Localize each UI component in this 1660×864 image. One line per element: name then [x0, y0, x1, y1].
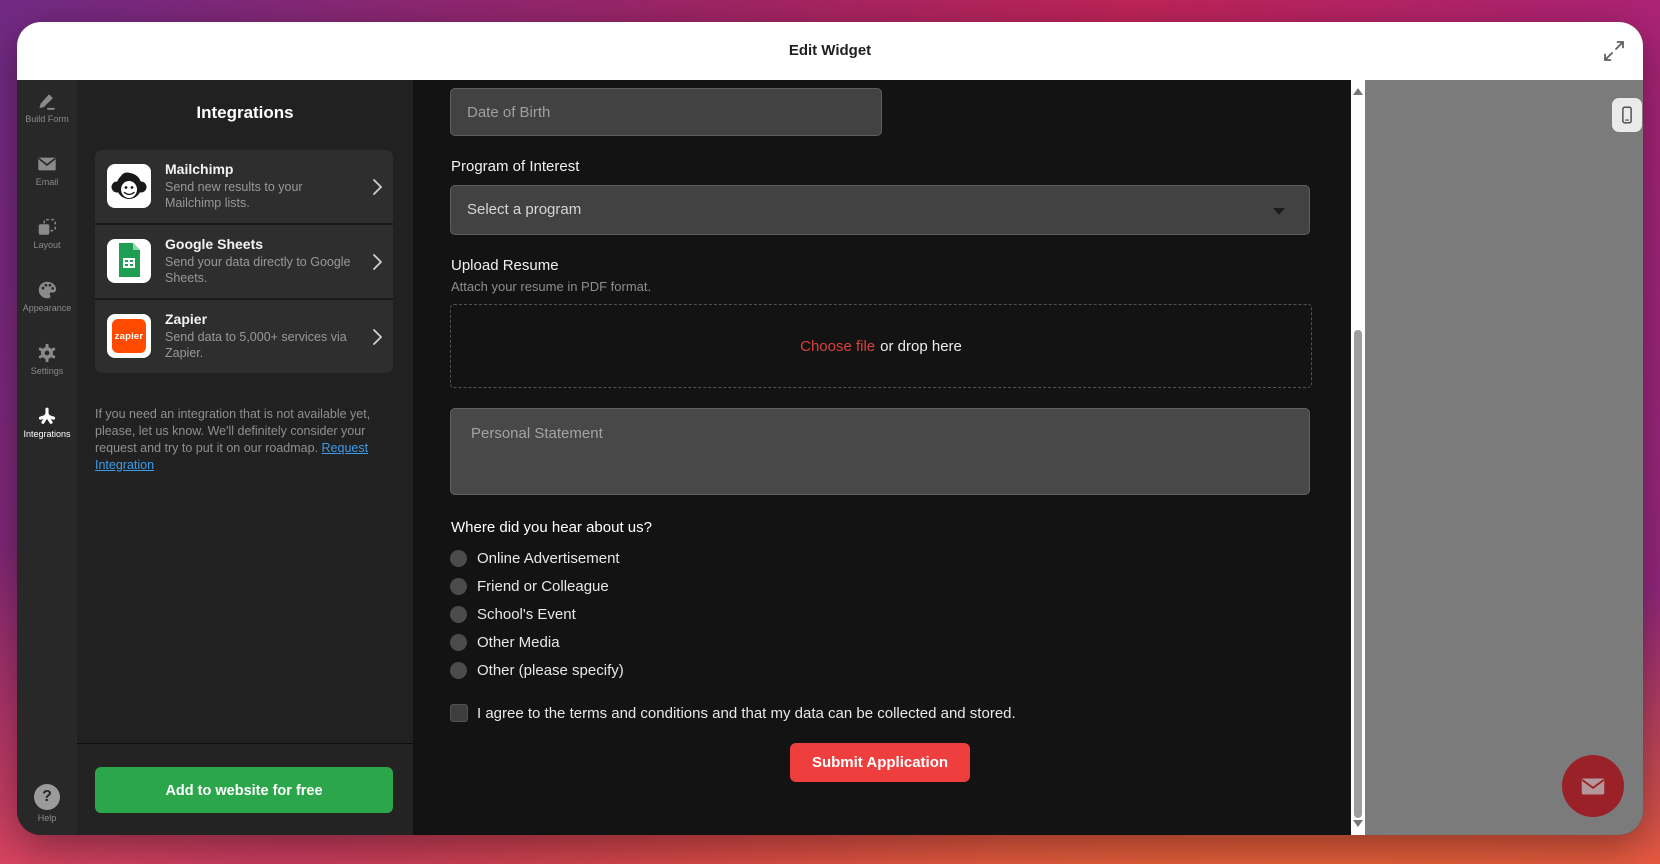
edit-widget-modal: Edit Widget	[17, 22, 1643, 835]
scroll-down-arrow-icon[interactable]	[1353, 820, 1363, 827]
hear-about-us-label: Where did you hear about us?	[451, 519, 652, 536]
floating-contact-button[interactable]	[1562, 755, 1624, 817]
add-to-website-button[interactable]: Add to website for free	[95, 767, 393, 813]
request-integration-note: If you need an integration that is not a…	[95, 406, 393, 474]
chevron-right-icon	[371, 253, 383, 271]
mailchimp-logo	[107, 164, 151, 208]
integration-list: Mailchimp Send new results to your Mailc…	[95, 150, 393, 373]
radio-icon[interactable]	[450, 606, 467, 623]
integrations-asterisk-icon	[36, 405, 58, 427]
sidebar-item-label: Settings	[17, 366, 77, 376]
choose-file-link[interactable]: Choose file	[800, 338, 875, 355]
envelope-icon	[36, 153, 58, 175]
sidebar-item-settings[interactable]: Settings	[17, 342, 77, 398]
integrations-panel: Integrations	[77, 80, 413, 835]
modal-header: Edit Widget	[17, 22, 1643, 80]
personal-statement-textarea[interactable]	[450, 408, 1310, 495]
terms-label: I agree to the terms and conditions and …	[477, 705, 1016, 722]
chevron-right-icon	[371, 178, 383, 196]
radio-label: Other Media	[477, 634, 560, 651]
chevron-down-icon	[1273, 208, 1285, 215]
zapier-logo: zapier	[107, 314, 151, 358]
drop-here-text: or drop here	[880, 338, 962, 355]
sidebar: Build Form Email L	[17, 80, 77, 835]
mobile-phone-icon	[1616, 104, 1638, 126]
radio-label: Online Advertisement	[477, 550, 620, 567]
integration-name: Google Sheets	[165, 236, 263, 252]
upload-resume-hint: Attach your resume in PDF format.	[451, 279, 651, 294]
sidebar-item-label: Integrations	[17, 429, 77, 439]
help-label: Help	[17, 813, 77, 823]
integration-item-google-sheets[interactable]: Google Sheets Send your data directly to…	[95, 225, 393, 298]
layout-frame-icon	[36, 216, 58, 238]
preview-scrollbar[interactable]	[1351, 80, 1365, 835]
radio-icon[interactable]	[450, 634, 467, 651]
zapier-icon: zapier	[112, 319, 146, 353]
google-sheets-logo	[107, 239, 151, 283]
expand-button[interactable]	[1601, 38, 1627, 64]
integration-name: Zapier	[165, 311, 207, 327]
program-select[interactable]: Select a program	[450, 185, 1310, 235]
upload-resume-label: Upload Resume	[451, 257, 559, 274]
sidebar-item-label: Appearance	[17, 303, 77, 313]
chevron-right-icon	[371, 328, 383, 346]
google-sheets-icon	[107, 239, 151, 283]
scroll-up-arrow-icon[interactable]	[1353, 88, 1363, 95]
radio-option-other-specify[interactable]: Other (please specify)	[450, 656, 624, 684]
gear-icon	[36, 342, 58, 364]
date-of-birth-input[interactable]	[450, 88, 882, 136]
sidebar-item-help[interactable]: ? Help	[17, 784, 77, 823]
radio-option-friend-or-colleague[interactable]: Friend or Colleague	[450, 572, 624, 600]
radio-option-schools-event[interactable]: School's Event	[450, 600, 624, 628]
form-preview: Program of Interest Select a program Upl…	[413, 80, 1351, 835]
sidebar-item-build-form[interactable]: Build Form	[17, 90, 77, 146]
hear-about-us-options: Online Advertisement Friend or Colleague…	[450, 544, 624, 684]
sidebar-item-label: Layout	[17, 240, 77, 250]
question-mark-icon: ?	[34, 784, 60, 810]
app-background: Edit Widget	[0, 0, 1660, 864]
program-select-value: Select a program	[467, 201, 581, 218]
expand-diagonal-icon	[1601, 38, 1627, 64]
terms-checkbox[interactable]	[450, 704, 468, 722]
integration-item-mailchimp[interactable]: Mailchimp Send new results to your Mailc…	[95, 150, 393, 223]
radio-icon[interactable]	[450, 662, 467, 679]
sidebar-item-label: Email	[17, 177, 77, 187]
envelope-icon	[1578, 771, 1608, 801]
integration-item-zapier[interactable]: zapier Zapier Send data to 5,000+ servic…	[95, 300, 393, 373]
pencil-icon	[36, 90, 58, 112]
radio-label: School's Event	[477, 606, 576, 623]
submit-application-button[interactable]: Submit Application	[790, 743, 970, 782]
radio-icon[interactable]	[450, 550, 467, 567]
sidebar-item-layout[interactable]: Layout	[17, 216, 77, 272]
sidebar-item-label: Build Form	[17, 114, 77, 124]
mailchimp-monkey-icon	[107, 164, 151, 208]
terms-row[interactable]: I agree to the terms and conditions and …	[450, 701, 1016, 725]
sidebar-item-email[interactable]: Email	[17, 153, 77, 209]
radio-option-online-advertisement[interactable]: Online Advertisement	[450, 544, 624, 572]
integration-name: Mailchimp	[165, 161, 233, 177]
integration-description: Send new results to your Mailchimp lists…	[165, 179, 359, 211]
panel-title: Integrations	[77, 103, 413, 123]
panel-footer: Add to website for free	[77, 743, 413, 835]
integration-description: Send data to 5,000+ services via Zapier.	[165, 329, 359, 361]
modal-title: Edit Widget	[17, 22, 1643, 80]
radio-option-other-media[interactable]: Other Media	[450, 628, 624, 656]
sidebar-item-integrations[interactable]: Integrations	[17, 405, 77, 461]
scrollbar-thumb[interactable]	[1354, 330, 1362, 818]
palette-icon	[36, 279, 58, 301]
modal-body: Build Form Email L	[17, 80, 1643, 835]
resume-dropzone[interactable]: Choose file or drop here	[450, 304, 1312, 388]
preview-backdrop	[1365, 80, 1643, 835]
integration-description: Send your data directly to Google Sheets…	[165, 254, 359, 286]
radio-icon[interactable]	[450, 578, 467, 595]
sidebar-nav: Build Form Email L	[17, 83, 77, 461]
sidebar-item-appearance[interactable]: Appearance	[17, 279, 77, 335]
program-of-interest-label: Program of Interest	[451, 158, 579, 175]
radio-label: Other (please specify)	[477, 662, 624, 679]
radio-label: Friend or Colleague	[477, 578, 609, 595]
mobile-view-toggle[interactable]	[1612, 98, 1642, 132]
